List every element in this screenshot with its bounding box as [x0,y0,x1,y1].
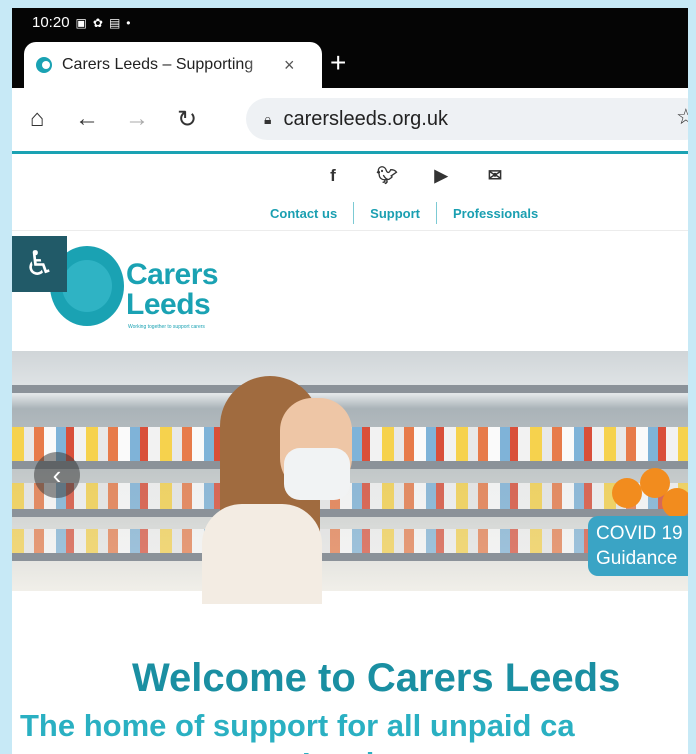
tab-title: Carers Leeds – Supporting [62,56,254,73]
logo-tagline: Working together to support carers [128,324,205,330]
browser-toolbar: ⌂ ← → ↻ 🔒︎ carersleeds.org.uk [12,88,688,150]
accessibility-icon[interactable]: ♿︎ [12,236,67,292]
address-bar[interactable]: 🔒︎ carersleeds.org.uk [246,98,688,140]
hero-photo-fruit [612,478,642,508]
screenshot-notification-icon: ▤ [108,15,121,30]
hero-shelf [12,509,688,517]
hero-carousel [12,351,688,591]
close-tab-icon[interactable]: × [284,55,295,76]
address-url: carersleeds.org.uk [283,107,448,130]
page-subtitle: The home of support for all unpaid ca [20,708,575,743]
logo-text-line2: Leeds [126,288,211,321]
lock-icon: 🔒︎ [264,110,272,127]
settings-notification-icon: ✿ [92,15,103,30]
twitter-icon[interactable]: 🐦︎ [376,166,398,186]
email-icon[interactable]: ✉ [484,166,506,186]
page-top-border [12,151,688,154]
status-time: 10:20 [32,14,70,31]
hero-photo-fruit [662,488,688,518]
hero-shelf-products [12,483,688,509]
back-icon[interactable]: ← [62,94,112,144]
carers-leeds-logo[interactable]: Carers Leeds Working together to support… [50,244,260,334]
youtube-icon[interactable]: ▶ [430,166,452,186]
carousel-prev-button[interactable]: ‹ [34,452,80,498]
nav-contact-us[interactable]: Contact us [270,206,337,221]
hero-shelf [12,385,688,393]
page-subtitle-continued: Leeds [302,746,392,754]
forward-icon[interactable]: → [112,94,162,144]
page-title: Welcome to Carers Leeds [132,656,621,700]
home-icon[interactable]: ⌂ [12,94,62,144]
covid-badge-line1: COVID 19 [596,523,683,544]
reload-icon[interactable]: ↻ [162,94,212,144]
device-screen: 10:20 ▣ ✿ ▤ • Carers Leeds – Supporting … [12,8,688,754]
covid-guidance-badge[interactable]: COVID 19 Guidance [588,516,688,576]
header-divider [12,230,688,231]
active-tab[interactable]: Carers Leeds – Supporting × [24,42,322,88]
nav-divider [436,202,437,224]
nav-divider [353,202,355,224]
tab-strip: 10:20 ▣ ✿ ▤ • Carers Leeds – Supporting … [12,8,688,88]
hero-shelf-products [12,529,688,553]
social-links: f 🐦︎ ▶ ✉ [322,166,506,186]
more-dot-icon: • [126,15,131,30]
hero-shelf [12,553,688,561]
status-bar: 10:20 ▣ ✿ ▤ • [32,14,131,31]
nav-support[interactable]: Support [370,206,420,221]
site-favicon-icon [36,57,52,73]
image-notification-icon: ▣ [75,15,87,30]
top-nav: Contact us Support Professionals [270,202,538,224]
facebook-icon[interactable]: f [322,166,344,186]
hero-photo-body [202,504,322,604]
logo-text-line1: Carers [126,258,219,291]
nav-professionals[interactable]: Professionals [453,206,538,221]
hero-photo-mask [284,448,350,500]
bookmark-star-icon[interactable]: ☆ [676,104,688,130]
covid-badge-line2: Guidance [596,548,678,569]
new-tab-button[interactable]: + [330,48,346,78]
